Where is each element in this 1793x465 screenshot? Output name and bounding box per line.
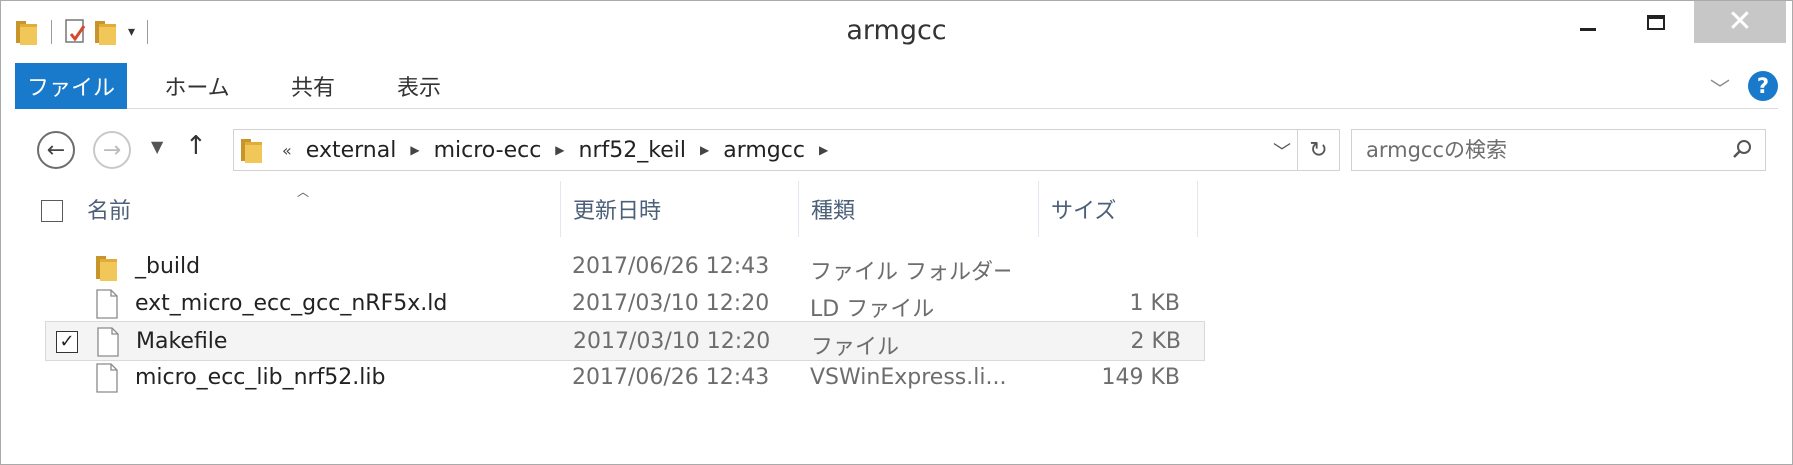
file-size: 149 KB [1101, 365, 1180, 390]
minimize-icon [1580, 27, 1596, 31]
file-date: 2017/03/10 12:20 [573, 329, 771, 354]
tab-share[interactable]: 共有 [257, 63, 369, 109]
breadcrumb-chevron-icon[interactable]: ▶ [819, 143, 828, 157]
minimize-button[interactable] [1554, 1, 1622, 43]
file-icon [95, 363, 119, 393]
column-header-type[interactable]: 種類 [798, 181, 1038, 237]
select-all-checkbox[interactable] [41, 200, 63, 222]
file-date: 2017/06/26 12:43 [572, 254, 770, 279]
breadcrumb-chevron-icon[interactable]: ▶ [410, 143, 419, 157]
refresh-icon: ↻ [1309, 137, 1328, 163]
breadcrumb-overflow-icon[interactable]: « [282, 141, 292, 160]
column-header-size[interactable]: サイズ [1038, 181, 1198, 237]
maximize-button[interactable] [1622, 1, 1690, 43]
breadcrumb-item[interactable]: nrf52_keil [579, 138, 686, 163]
explorer-window: ▾ armgcc ✕ ファイル ホーム 共有 表示 ﹀ ? ← → ▼ ↑ « … [0, 0, 1793, 465]
up-arrow-button[interactable]: ↑ [185, 131, 207, 161]
back-arrow-icon: ← [46, 137, 66, 163]
file-name: ext_micro_ecc_gcc_nRF5x.ld [135, 291, 448, 316]
navigation-bar: ← → ▼ ↑ « external ▶ micro-ecc ▶ nrf52_k… [15, 119, 1778, 179]
address-bar[interactable]: « external ▶ micro-ecc ▶ nrf52_keil ▶ ar… [233, 129, 1340, 171]
tab-view[interactable]: 表示 [363, 63, 475, 109]
help-icon[interactable]: ? [1748, 71, 1778, 101]
file-name: micro_ecc_lib_nrf52.lib [135, 365, 386, 390]
list-item[interactable]: micro_ecc_lib_nrf52.lib 2017/06/26 12:43… [45, 358, 1205, 398]
file-type: LD ファイル [810, 297, 935, 322]
file-icon [95, 289, 119, 319]
breadcrumb-item[interactable]: micro-ecc [434, 138, 542, 163]
tab-home[interactable]: ホーム [141, 63, 253, 109]
search-box[interactable] [1351, 129, 1766, 171]
breadcrumb-chevron-icon[interactable]: ▶ [555, 143, 564, 157]
file-date: 2017/06/26 12:43 [572, 365, 770, 390]
file-name: Makefile [136, 329, 228, 354]
list-item[interactable]: ext_micro_ecc_gcc_nRF5x.ld 2017/03/10 12… [45, 284, 1205, 324]
close-icon: ✕ [1727, 4, 1753, 39]
breadcrumb-chevron-icon[interactable]: ▶ [700, 143, 709, 157]
file-icon [96, 327, 120, 357]
refresh-button[interactable]: ↻ [1297, 130, 1339, 170]
ribbon-tabs: ファイル ホーム 共有 表示 ﹀ ? [15, 63, 1778, 109]
title-bar: ▾ armgcc ✕ [1, 1, 1792, 63]
column-header-name[interactable]: 名前 [75, 181, 560, 237]
column-headers: ︿ 名前 更新日時 種類 サイズ [15, 181, 1778, 237]
back-button[interactable]: ← [37, 131, 75, 169]
tab-file[interactable]: ファイル [15, 63, 127, 109]
search-input[interactable] [1366, 130, 1706, 170]
folder-icon [240, 136, 264, 168]
folder-icon [95, 252, 119, 282]
close-button[interactable]: ✕ [1694, 1, 1786, 43]
file-size: 1 KB [1129, 291, 1180, 316]
expand-ribbon-chevron-icon[interactable]: ﹀ [1710, 73, 1730, 102]
recent-locations-dropdown-icon[interactable]: ▼ [151, 137, 163, 156]
item-checkbox[interactable]: ✓ [56, 331, 78, 353]
window-title: armgcc [846, 15, 947, 46]
maximize-icon [1647, 14, 1665, 30]
forward-button[interactable]: → [93, 131, 131, 169]
file-type: ファイル [811, 335, 900, 360]
file-date: 2017/03/10 12:20 [572, 291, 770, 316]
file-name: _build [135, 254, 201, 279]
forward-arrow-icon: → [102, 137, 122, 163]
file-type: ファイル フォルダー [810, 260, 1010, 285]
list-item[interactable]: _build 2017/06/26 12:43 ファイル フォルダー [45, 247, 1205, 287]
breadcrumb: « external ▶ micro-ecc ▶ nrf52_keil ▶ ar… [282, 130, 842, 170]
breadcrumb-item[interactable]: external [306, 138, 397, 163]
column-header-date[interactable]: 更新日時 [560, 181, 798, 237]
file-type: VSWinExpress.li... [810, 365, 1007, 390]
search-icon[interactable] [1731, 138, 1753, 160]
list-item[interactable]: ✓ Makefile 2017/03/10 12:20 ファイル 2 KB [45, 321, 1205, 361]
address-history-dropdown-icon[interactable]: ﹀ [1273, 138, 1291, 164]
file-size: 2 KB [1130, 329, 1181, 354]
breadcrumb-item[interactable]: armgcc [723, 138, 805, 163]
